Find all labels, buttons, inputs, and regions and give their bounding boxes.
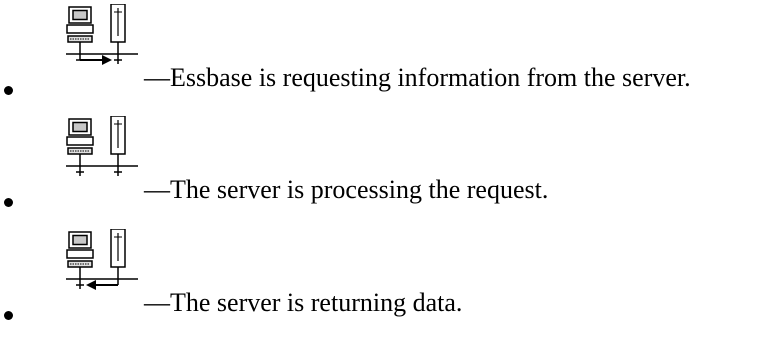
client-server-returning-icon [66,229,138,290]
list-item: —Essbase is requesting information from … [0,0,768,100]
list-item: —The server is returning data. [0,225,768,325]
status-description: —Essbase is requesting information from … [144,63,691,92]
bullet-icon [4,311,13,320]
client-server-processing-icon [66,116,138,176]
bullet-icon [4,86,13,95]
bullet-icon [4,198,13,207]
list-item: —The server is processing the request. [0,112,768,212]
status-description: —The server is processing the request. [144,175,549,204]
client-server-request-icon [66,4,138,65]
status-description: —The server is returning data. [144,288,463,317]
